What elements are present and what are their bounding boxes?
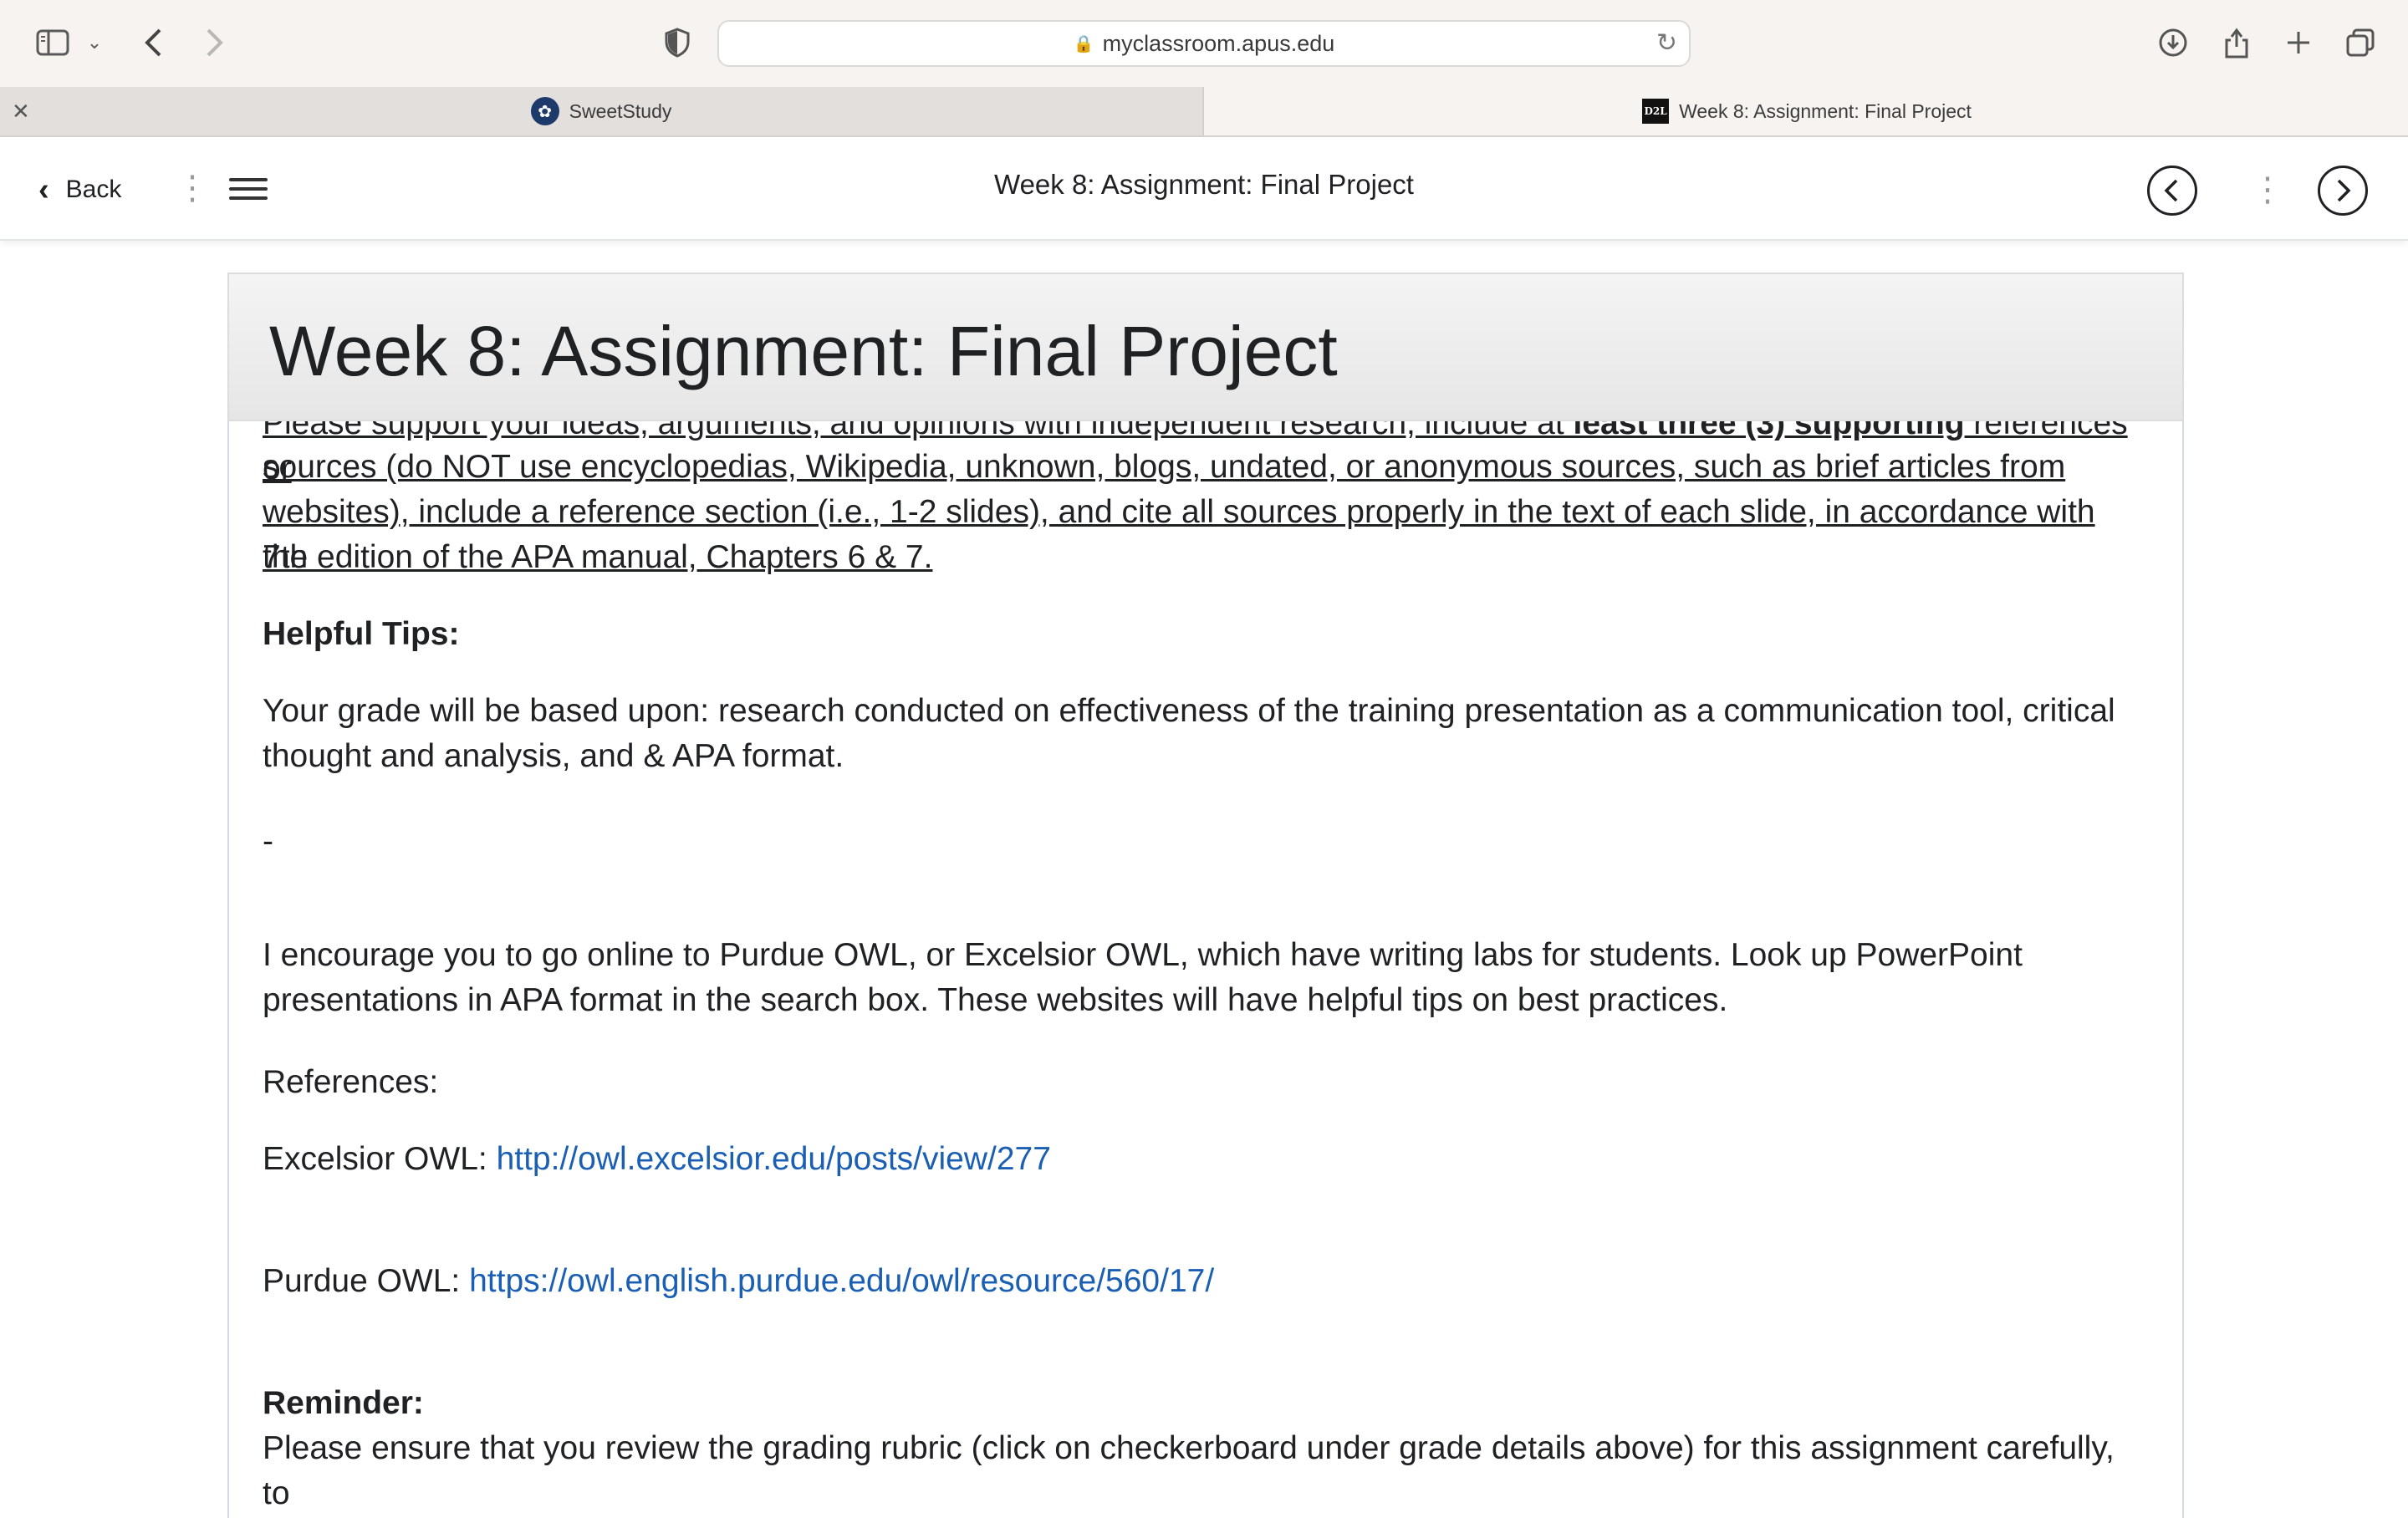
reminder-paragraph: Please ensure that you review the gradin…: [263, 1430, 2115, 1511]
sweetstudy-favicon-icon: ✿: [530, 97, 559, 125]
share-icon[interactable]: [2214, 15, 2259, 70]
paragraph-line: 7th edition of the APA manual, Chapters …: [263, 539, 933, 575]
helpful-tips-heading: Helpful Tips:: [263, 612, 2135, 657]
next-topic-button[interactable]: [2318, 166, 2368, 216]
topic-title: Week 8: Assignment: Final Project: [994, 169, 1414, 200]
forward-arrow-icon[interactable]: [194, 15, 236, 70]
vertical-divider-dots: ⋮: [2251, 171, 2284, 208]
lock-icon: 🔒: [1073, 34, 1094, 53]
tab-final-project[interactable]: D2L Week 8: Assignment: Final Project: [1206, 87, 2408, 135]
excelsior-link[interactable]: http://owl.excelsior.edu/posts/view/277: [497, 1141, 1051, 1177]
browser-toolbar: ⌄ 🔒 myclassroom.apus.edu ↻: [0, 0, 2408, 87]
sidebar-toggle-icon[interactable]: [30, 15, 75, 70]
references-label: References:: [263, 1064, 439, 1100]
tab-label: SweetStudy: [569, 99, 672, 122]
encourage-paragraph: I encourage you to go online to Purdue O…: [263, 937, 2023, 1018]
dash-separator: -: [263, 823, 273, 859]
reference-label: Purdue OWL:: [263, 1263, 470, 1299]
chevron-down-icon[interactable]: ⌄: [82, 15, 107, 70]
reference-excelsior: Excelsior OWL: http://owl.excelsior.edu/…: [263, 1137, 2135, 1182]
purdue-link[interactable]: https://owl.english.purdue.edu/owl/resou…: [469, 1263, 1214, 1299]
bold-text: Reminder:: [263, 1385, 424, 1421]
d2l-favicon-icon: D2L: [1642, 99, 1670, 124]
reminder-heading: Reminder:: [263, 1381, 2135, 1426]
tab-overview-icon[interactable]: [2338, 15, 2383, 70]
download-icon[interactable]: [2150, 15, 2196, 70]
content-navbar: ‹ Back ⋮ Week 8: Assignment: Final Proje…: [0, 137, 2408, 241]
page-title: Week 8: Assignment: Final Project: [269, 312, 1338, 390]
tab-sweetstudy[interactable]: ✕ ✿ SweetStudy: [0, 87, 1204, 135]
privacy-shield-icon[interactable]: [652, 15, 702, 70]
address-bar[interactable]: 🔒 myclassroom.apus.edu ↻: [717, 20, 1691, 67]
back-arrow-icon[interactable]: [132, 15, 174, 70]
bold-text: Helpful Tips:: [263, 616, 460, 652]
reference-label: Excelsior OWL:: [263, 1141, 497, 1177]
tab-strip: ✕ ✿ SweetStudy D2L Week 8: Assignment: F…: [0, 87, 2408, 137]
previous-topic-button[interactable]: [2147, 166, 2197, 216]
paragraph-line: sources (do NOT use encyclopedias, Wikip…: [263, 449, 2066, 485]
grade-paragraph: Your grade will be based upon: research …: [263, 693, 2115, 774]
new-tab-plus-icon[interactable]: [2276, 15, 2321, 70]
reload-icon[interactable]: ↻: [1656, 28, 1677, 58]
reference-purdue: Purdue OWL: https://owl.english.purdue.e…: [263, 1259, 2135, 1304]
close-icon[interactable]: ✕: [12, 99, 30, 125]
page-heading-bar: Week 8: Assignment: Final Project: [227, 273, 2184, 421]
address-url: myclassroom.apus.edu: [1102, 30, 1335, 56]
tab-label: Week 8: Assignment: Final Project: [1679, 99, 1972, 122]
